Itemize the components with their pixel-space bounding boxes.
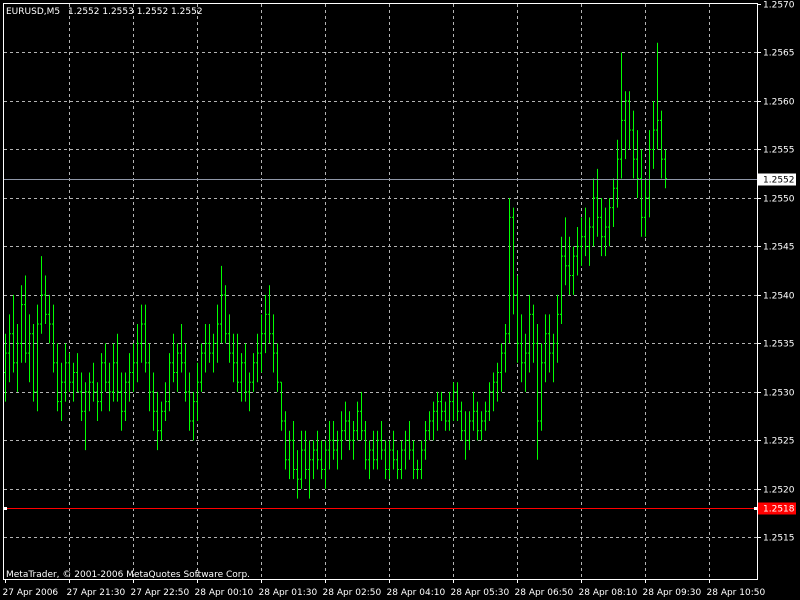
x-tick-label: 28 Apr 06:50 bbox=[515, 588, 574, 598]
y-tick-label: 1.2520 bbox=[763, 486, 795, 496]
copyright-text: MetaTrader, © 2001-2006 MetaQuotes Softw… bbox=[6, 570, 250, 580]
y-tick-label: 1.2550 bbox=[763, 195, 795, 205]
y-tick-label: 1.2515 bbox=[763, 534, 795, 544]
y-tick-label: 1.2565 bbox=[763, 49, 795, 59]
y-tick-label: 1.2525 bbox=[763, 437, 795, 447]
x-tick-label: 28 Apr 08:10 bbox=[579, 588, 638, 598]
level-line-handle bbox=[754, 507, 757, 510]
x-tick-label: 27 Apr 21:30 bbox=[67, 588, 126, 598]
x-tick-label: 28 Apr 09:30 bbox=[643, 588, 702, 598]
chart-background bbox=[0, 0, 800, 600]
y-tick-label: 1.2535 bbox=[763, 340, 795, 350]
symbol-label: EURUSD,M5 bbox=[6, 7, 60, 17]
level-price-label: 1.2518 bbox=[763, 505, 795, 515]
y-tick-label: 1.2540 bbox=[763, 292, 795, 302]
level-line-handle bbox=[4, 507, 7, 510]
y-tick-label: 1.2530 bbox=[763, 389, 795, 399]
y-tick-label: 1.2555 bbox=[763, 146, 795, 156]
y-tick-label: 1.2560 bbox=[763, 98, 795, 108]
ohlc-label: 1.2552 1.2553 1.2552 1.2552 bbox=[68, 7, 203, 17]
x-tick-label: 28 Apr 01:30 bbox=[259, 588, 318, 598]
x-tick-label: 27 Apr 2006 bbox=[3, 588, 59, 598]
y-tick-label: 1.2570 bbox=[763, 1, 795, 11]
x-tick-label: 28 Apr 10:50 bbox=[707, 588, 766, 598]
bid-price-label: 1.2552 bbox=[763, 176, 795, 186]
x-tick-label: 28 Apr 05:30 bbox=[451, 588, 510, 598]
price-chart[interactable]: 1.2570 1.2565 1.2560 1.2555 1.2550 1.2545 1.25… bbox=[0, 0, 800, 600]
y-tick-label: 1.2545 bbox=[763, 243, 795, 253]
x-tick-label: 28 Apr 04:10 bbox=[387, 588, 446, 598]
x-tick-label: 28 Apr 02:50 bbox=[323, 588, 382, 598]
x-tick-label: 28 Apr 00:10 bbox=[195, 588, 254, 598]
x-tick-label: 27 Apr 22:50 bbox=[131, 588, 190, 598]
